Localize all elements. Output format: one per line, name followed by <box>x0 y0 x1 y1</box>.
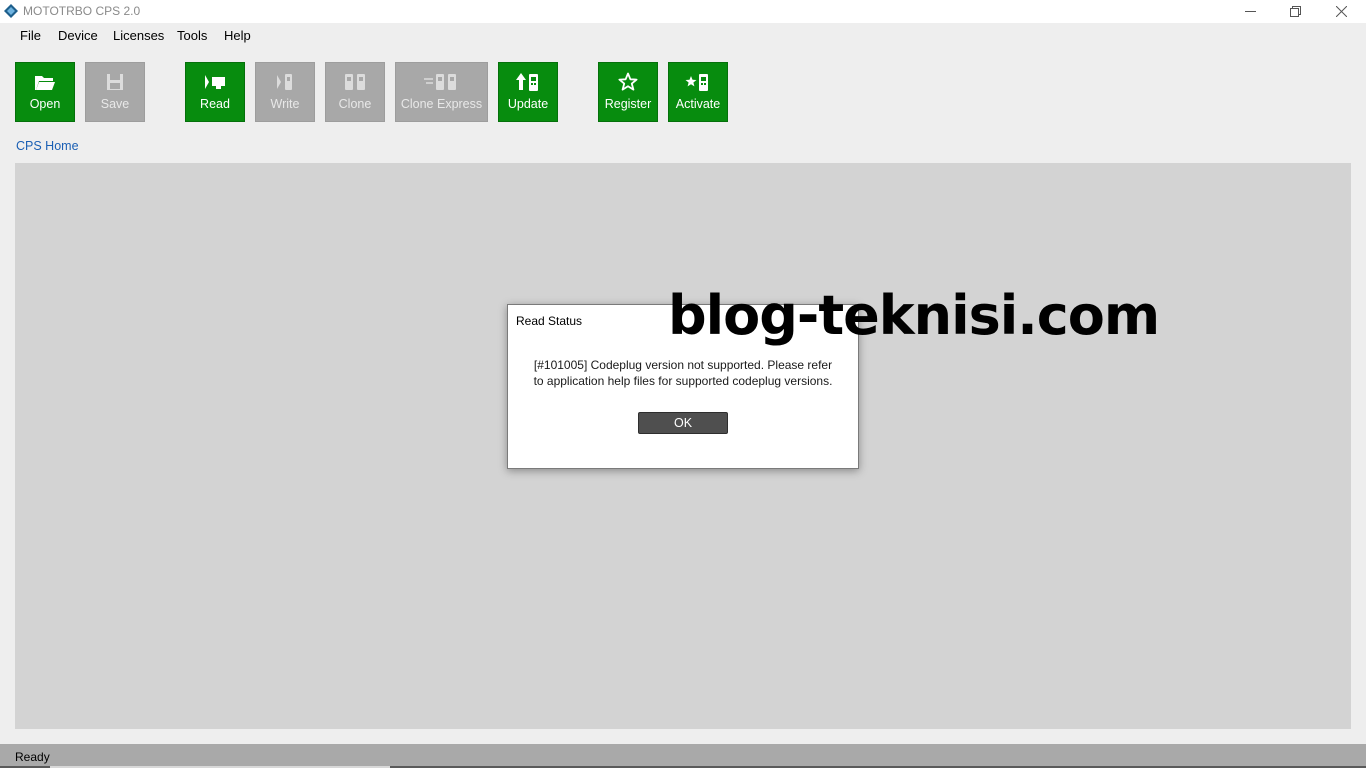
breadcrumb-cps-home[interactable]: CPS Home <box>16 139 79 153</box>
clone-express-label: Clone Express <box>400 97 483 111</box>
clone-express-button[interactable]: Clone Express <box>395 62 488 122</box>
ok-button[interactable]: OK <box>638 412 728 434</box>
dialog-message-line1: [#101005] Codeplug version not supported… <box>533 358 833 372</box>
activate-label: Activate <box>675 97 721 111</box>
status-bar: Ready <box>0 744 1366 768</box>
read-label: Read <box>200 97 230 111</box>
save-label: Save <box>100 97 130 111</box>
restore-button[interactable] <box>1272 0 1318 23</box>
title-bar: MOTOTRBO CPS 2.0 <box>0 0 1366 23</box>
menu-licenses[interactable]: Licenses <box>113 28 164 43</box>
folder-open-icon <box>34 71 56 93</box>
pc-to-radio-icon <box>273 71 297 93</box>
close-icon <box>1335 6 1347 17</box>
floppy-disk-icon <box>106 71 124 93</box>
status-text: Ready <box>15 750 50 764</box>
menu-bar: File Device Licenses Tools Help <box>0 23 1366 48</box>
read-button[interactable]: Read <box>185 62 245 122</box>
clone-label: Clone <box>338 97 372 111</box>
radio-to-pc-icon <box>203 71 227 93</box>
open-button[interactable]: Open <box>15 62 75 122</box>
menu-help[interactable]: Help <box>224 28 251 43</box>
register-label: Register <box>604 97 652 111</box>
dialog-title: Read Status <box>516 314 583 328</box>
close-button[interactable] <box>1318 0 1364 23</box>
watermark-text: blog-teknisi.com <box>668 284 1160 347</box>
save-button[interactable]: Save <box>85 62 145 122</box>
star-radio-icon <box>685 71 711 93</box>
minimize-icon <box>1244 11 1256 12</box>
write-label: Write <box>270 97 300 111</box>
menu-tools[interactable]: Tools <box>177 28 207 43</box>
update-label: Update <box>507 97 549 111</box>
star-outline-icon <box>618 71 638 93</box>
update-button[interactable]: Update <box>498 62 558 122</box>
register-button[interactable]: Register <box>598 62 658 122</box>
menu-device[interactable]: Device <box>58 28 98 43</box>
activate-button[interactable]: Activate <box>668 62 728 122</box>
minimize-button[interactable] <box>1227 0 1273 23</box>
clone-button[interactable]: Clone <box>325 62 385 122</box>
menu-file[interactable]: File <box>20 28 41 43</box>
dialog-message: [#101005] Codeplug version not supported… <box>518 357 848 389</box>
restore-icon <box>1289 6 1301 17</box>
write-button[interactable]: Write <box>255 62 315 122</box>
dialog-message-line2: to application help files for supported … <box>533 374 833 388</box>
open-label: Open <box>29 97 61 111</box>
window-title: MOTOTRBO CPS 2.0 <box>23 4 141 18</box>
update-radio-icon <box>515 71 541 93</box>
clone-express-icon <box>423 71 461 93</box>
clone-radios-icon <box>342 71 368 93</box>
mototrbo-diamond-icon <box>3 3 19 19</box>
